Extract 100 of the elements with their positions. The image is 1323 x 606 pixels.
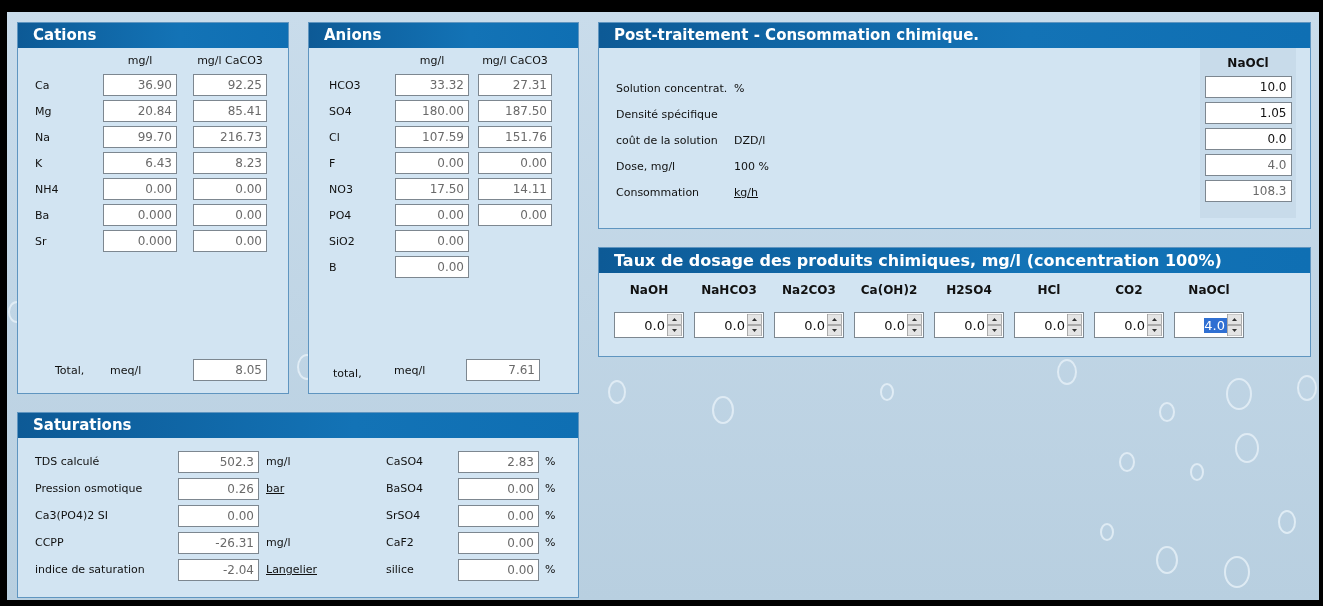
parameter-label: CaSO4 (386, 455, 425, 468)
value-field[interactable]: 14.11 (478, 178, 552, 200)
value-field[interactable]: 27.31 (478, 74, 552, 96)
value-field[interactable]: 0.00 (458, 504, 539, 527)
unit-link[interactable]: Langelier (259, 563, 317, 576)
chemical-label: NaHCO3 (701, 283, 757, 299)
unit-link[interactable]: kg/h (734, 185, 759, 199)
value-field[interactable]: 0.0 (1204, 128, 1292, 150)
unit-label: % (544, 563, 556, 576)
value-field[interactable]: 107.59 (395, 126, 469, 148)
value-field[interactable]: 0.00 (458, 531, 539, 554)
value-field[interactable]: 0.00 (193, 230, 267, 252)
value-field[interactable]: 0.00 (395, 152, 469, 174)
value-field[interactable]: 2.83 (458, 450, 539, 473)
unit-label: 100 % (734, 159, 769, 173)
value-field[interactable]: 187.50 (478, 100, 552, 122)
value-field[interactable]: 0.00 (395, 204, 469, 226)
ion-label: B (328, 260, 338, 274)
spin-field[interactable]: 0.0 (774, 312, 844, 338)
value-field[interactable]: 0.00 (478, 152, 552, 174)
ion-label: NH4 (34, 182, 60, 196)
spin-field[interactable]: 0.0 (1014, 312, 1084, 338)
value-field[interactable]: 0.000 (103, 204, 177, 226)
spin-field[interactable]: 4.0 (1174, 312, 1244, 338)
value-field[interactable]: 0.00 (193, 178, 267, 200)
parameter-label: BaSO4 (386, 482, 424, 495)
stepper-arrows-icon[interactable] (1067, 314, 1082, 336)
value-field[interactable]: 10.0 (1204, 76, 1292, 98)
value-field[interactable]: 0.00 (395, 256, 469, 278)
value-field[interactable]: 99.70 (103, 126, 177, 148)
value-field[interactable]: 180.00 (395, 100, 469, 122)
value-field[interactable]: 85.41 (193, 100, 267, 122)
unit-label: % (734, 81, 745, 95)
unit-label: % (544, 509, 556, 522)
value-field[interactable]: 8.23 (193, 152, 267, 174)
stepper-arrows-icon[interactable] (827, 314, 842, 336)
stepper-arrows-icon[interactable] (747, 314, 762, 336)
ion-label: SO4 (328, 104, 353, 118)
total-field[interactable]: 8.05 (193, 359, 267, 381)
column-header: mg/l CaCO3 (481, 54, 549, 69)
value-field[interactable]: 17.50 (395, 178, 469, 200)
stepper-arrows-icon[interactable] (987, 314, 1002, 336)
spin-field[interactable]: 0.0 (694, 312, 764, 338)
value-field[interactable]: 33.32 (395, 74, 469, 96)
parameter-label: SrSO4 (386, 509, 422, 522)
unit-label: DZD/l (734, 133, 766, 147)
value-field[interactable]: 1.05 (1204, 102, 1292, 124)
total-label: Total, (54, 363, 86, 377)
chemical-label: CO2 (1115, 283, 1143, 299)
value-field[interactable]: 0.00 (395, 230, 469, 252)
value-field[interactable]: 20.84 (103, 100, 177, 122)
value-field[interactable]: 502.3 (178, 450, 259, 473)
chemical-label: NaOH (629, 283, 669, 299)
parameter-label: indice de saturation (34, 563, 146, 576)
value-field[interactable]: 0.00 (178, 504, 259, 527)
value-field[interactable]: 0.26 (178, 477, 259, 500)
chemical-label: Na2CO3 (782, 283, 836, 299)
ion-label: SiO2 (328, 234, 356, 248)
column-header: NaOCl (1227, 55, 1269, 72)
unit-link[interactable]: bar (259, 482, 285, 495)
value-field[interactable]: 108.3 (1204, 180, 1292, 202)
value-field[interactable]: -2.04 (178, 558, 259, 581)
unit-label: mg/l (265, 536, 291, 549)
panel-title: Saturations (18, 413, 578, 438)
total-field[interactable]: 7.61 (466, 359, 540, 381)
stepper-arrows-icon[interactable] (1227, 314, 1242, 336)
total-label: total, (332, 366, 363, 380)
value-field[interactable]: -26.31 (178, 531, 259, 554)
value-field[interactable]: 0.00 (458, 477, 539, 500)
value-field[interactable]: 92.25 (193, 74, 267, 96)
stepper-arrows-icon[interactable] (1147, 314, 1162, 336)
chemical-label: Ca(OH)2 (860, 283, 918, 299)
parameter-label: coût de la solution (616, 134, 719, 146)
ion-label: Sr (34, 234, 48, 248)
ion-label: HCO3 (328, 78, 362, 92)
value-field[interactable]: 0.00 (103, 178, 177, 200)
value-field[interactable]: 0.00 (193, 204, 267, 226)
spin-field[interactable]: 0.0 (1094, 312, 1164, 338)
value-field[interactable]: 0.000 (103, 230, 177, 252)
spin-field[interactable]: 0.0 (854, 312, 924, 338)
value-field[interactable]: 4.0 (1204, 154, 1292, 176)
value-field[interactable]: 0.00 (478, 204, 552, 226)
value-field[interactable]: 36.90 (103, 74, 177, 96)
ion-label: NO3 (328, 182, 354, 196)
value-field[interactable]: 0.00 (458, 558, 539, 581)
spin-field[interactable]: 0.0 (934, 312, 1004, 338)
ion-label: Na (34, 130, 51, 144)
ion-label: PO4 (328, 208, 353, 222)
value-field[interactable]: 216.73 (193, 126, 267, 148)
stepper-arrows-icon[interactable] (667, 314, 682, 336)
spin-field[interactable]: 0.0 (614, 312, 684, 338)
parameter-label: Pression osmotique (34, 482, 144, 495)
parameter-label: Consommation (616, 186, 701, 198)
ion-label: K (34, 156, 44, 170)
stepper-arrows-icon[interactable] (907, 314, 922, 336)
parameter-label: Ca3(PO4)2 SI (34, 509, 109, 522)
parameter-label: Solution concentrat. (616, 82, 729, 94)
value-field[interactable]: 6.43 (103, 152, 177, 174)
value-field[interactable]: 151.76 (478, 126, 552, 148)
chemical-label: H2SO4 (946, 283, 992, 299)
